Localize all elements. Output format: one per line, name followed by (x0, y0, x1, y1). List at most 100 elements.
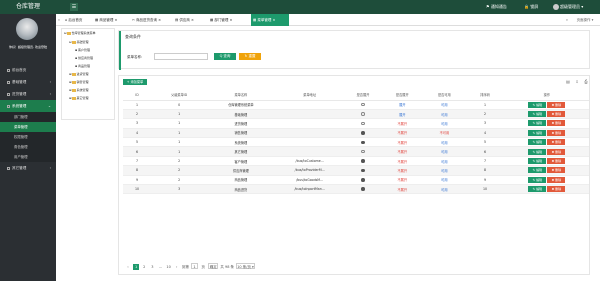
sidebar-item-basic[interactable]: 基础管理 ‹ (0, 76, 56, 88)
cell-radio[interactable] (344, 100, 382, 110)
menu-toggle-icon[interactable]: ☰ (70, 3, 78, 11)
table-row[interactable]: 1 0 仓库管理系统菜单 展开 可用 1 ✎ 编辑 ✖ 删除 (123, 100, 589, 110)
radio-icon[interactable] (361, 159, 365, 163)
notice-link[interactable]: ⚑ 通知通告 (486, 0, 507, 14)
tab-provider[interactable]: ▤ 供应商 × (173, 14, 206, 26)
table-row[interactable]: 10 3 商品进货/bus/toInportMan... 不展开 可用 10 ✎ 编辑 ✖ 删… (123, 184, 589, 195)
tab-prev-button[interactable]: « (56, 14, 62, 26)
radio-icon[interactable] (361, 112, 365, 116)
page-button[interactable]: 1 (133, 264, 140, 270)
sidebar-item-other[interactable]: 其它管理 ‹ (0, 162, 56, 174)
edit-button[interactable]: ✎ 编辑 (528, 167, 547, 174)
page-operations-dropdown[interactable]: 页面操作 ▾ (570, 14, 600, 26)
edit-button[interactable]: ✎ 编辑 (528, 176, 547, 183)
delete-button[interactable]: ✖ 删除 (547, 111, 566, 118)
radio-icon[interactable] (361, 187, 365, 191)
close-icon[interactable]: × (273, 18, 276, 22)
tree-node[interactable]: ⊟ 基础管理 (69, 40, 89, 44)
edit-button[interactable]: ✎ 编辑 (528, 158, 547, 165)
page-button[interactable]: 2 (141, 264, 147, 270)
page-prev-button[interactable]: ‹ (125, 264, 131, 270)
column-header[interactable]: 父级菜单ID (151, 90, 208, 101)
tree-node[interactable]: ▪ 供应商管理 (75, 56, 93, 60)
page-button[interactable]: 10 (166, 264, 172, 270)
table-row[interactable]: 6 1 其它管理 不展开 可用 6 ✎ 编辑 ✖ 删除 (123, 146, 589, 157)
user-menu[interactable]: 超级管理员 ▾ (553, 0, 583, 14)
table-row[interactable]: 7 2 客户管理/bus/toCustome... 不展开 可用 7 ✎ 编辑 ✖ 删除 (123, 156, 589, 167)
columns-icon[interactable]: ▤ (565, 79, 571, 85)
close-icon[interactable]: × (191, 18, 194, 22)
cell-radio[interactable] (344, 184, 382, 195)
tab-purchase-query[interactable]: ✂ 商品进货查询 × (130, 14, 172, 26)
tree-node[interactable]: ⊞ 系统管理 (69, 88, 89, 92)
goto-page-input[interactable]: 1 (191, 263, 198, 269)
sidebar-subitem-role[interactable]: 角色管理 (0, 142, 56, 152)
cell-radio[interactable] (344, 146, 382, 157)
edit-button[interactable]: ✎ 编辑 (528, 148, 547, 155)
table-row[interactable]: 8 2 供应商管理/bus/toProviderM... 不展开 可用 8 ✎ 编辑 ✖ 删除 (123, 165, 589, 176)
lock-screen-link[interactable]: 🔒 锁屏 (524, 0, 538, 14)
search-button[interactable]: Q 查询 (214, 53, 236, 60)
column-header[interactable]: 排序码 (465, 90, 505, 101)
tab-dept[interactable]: ▦ 部门管理 × (208, 14, 248, 26)
delete-button[interactable]: ✖ 删除 (547, 120, 566, 127)
delete-button[interactable]: ✖ 删除 (547, 186, 566, 193)
column-header[interactable]: 是否展开 (344, 90, 382, 101)
radio-icon[interactable] (361, 102, 365, 107)
delete-button[interactable]: ✖ 删除 (547, 129, 566, 136)
column-header[interactable]: 是否可用 (423, 90, 466, 101)
edit-button[interactable]: ✎ 编辑 (528, 129, 547, 136)
sidebar-item-home[interactable]: 前台首页 (0, 64, 56, 76)
edit-button[interactable]: ✎ 编辑 (528, 111, 547, 118)
edit-button[interactable]: ✎ 编辑 (528, 139, 547, 146)
tab-menu[interactable]: ▦ 菜单管理 × (251, 14, 289, 26)
page-size-select[interactable]: 10 条/页 ▾ (236, 263, 255, 269)
sidebar-subitem-user[interactable]: 用户管理 (0, 152, 56, 162)
cell-radio[interactable] (344, 118, 382, 129)
delete-button[interactable]: ✖ 删除 (547, 101, 566, 108)
sidebar-subitem-permission[interactable]: 权限管理 (0, 132, 56, 142)
delete-button[interactable]: ✖ 删除 (547, 139, 566, 146)
sidebar-subitem-menu[interactable]: 菜单管理 (0, 122, 56, 132)
edit-button[interactable]: ✎ 编辑 (528, 120, 547, 127)
sidebar-subitem-dept[interactable]: 部门管理 (0, 112, 56, 122)
delete-button[interactable]: ✖ 删除 (547, 176, 566, 183)
table-row[interactable]: 5 1 系统管理 不展开 可用 5 ✎ 编辑 ✖ 删除 (123, 137, 589, 148)
cell-radio[interactable] (344, 156, 382, 167)
edit-button[interactable]: ✎ 编辑 (528, 186, 547, 193)
tab-goods[interactable]: ▦ 商品管理 × (93, 14, 129, 26)
tree-node[interactable]: ⊞ 其它管理 (69, 96, 89, 100)
tree-node[interactable]: ▪ 客户管理 (75, 48, 90, 52)
goto-confirm-button[interactable]: 确定 (208, 263, 219, 269)
cell-radio[interactable] (344, 175, 382, 186)
close-icon[interactable]: × (115, 18, 118, 22)
delete-button[interactable]: ✖ 删除 (547, 167, 566, 174)
cell-radio[interactable] (344, 165, 382, 176)
table-row[interactable]: 2 1 基础管理 展开 可用 2 ✎ 编辑 ✖ 删除 (123, 109, 589, 120)
radio-icon[interactable] (361, 140, 365, 144)
print-icon[interactable]: ⎙ (583, 79, 589, 85)
page-next-button[interactable]: › (174, 264, 180, 270)
tab-home[interactable]: ⌂ 后台首页 (63, 14, 92, 26)
table-row[interactable]: 9 2 商品管理/bus/toGoodsM... 不展开 可用 9 ✎ 编辑 ✖ 删除 (123, 175, 589, 186)
tree-node-root[interactable]: ⊟ 仓库管理系统菜单 (64, 31, 96, 35)
cell-radio[interactable] (344, 137, 382, 148)
table-row[interactable]: 4 1 销售管理 不展开 不可用 4 ✎ 编辑 ✖ 删除 (123, 128, 589, 139)
table-row[interactable]: 3 1 进货管理 不展开 可用 3 ✎ 编辑 ✖ 删除 (123, 118, 589, 129)
radio-icon[interactable] (361, 149, 365, 154)
radio-icon[interactable] (361, 168, 365, 173)
tree-node[interactable]: ⊞ 销售管理 (69, 80, 89, 84)
tree-node[interactable]: ⊞ 进货管理 (69, 72, 89, 76)
radio-icon[interactable] (361, 131, 365, 135)
close-icon[interactable]: × (230, 18, 233, 22)
column-header[interactable]: 菜单名称 (207, 90, 275, 101)
radio-icon[interactable] (361, 178, 365, 182)
radio-icon[interactable] (361, 121, 365, 126)
menu-name-input[interactable] (154, 53, 208, 60)
delete-button[interactable]: ✖ 删除 (547, 148, 566, 155)
column-header[interactable]: ID (123, 90, 152, 101)
delete-button[interactable]: ✖ 删除 (547, 158, 566, 165)
column-header[interactable]: 是否展开 (381, 90, 424, 101)
cell-radio[interactable] (344, 109, 382, 120)
cell-radio[interactable] (344, 128, 382, 139)
